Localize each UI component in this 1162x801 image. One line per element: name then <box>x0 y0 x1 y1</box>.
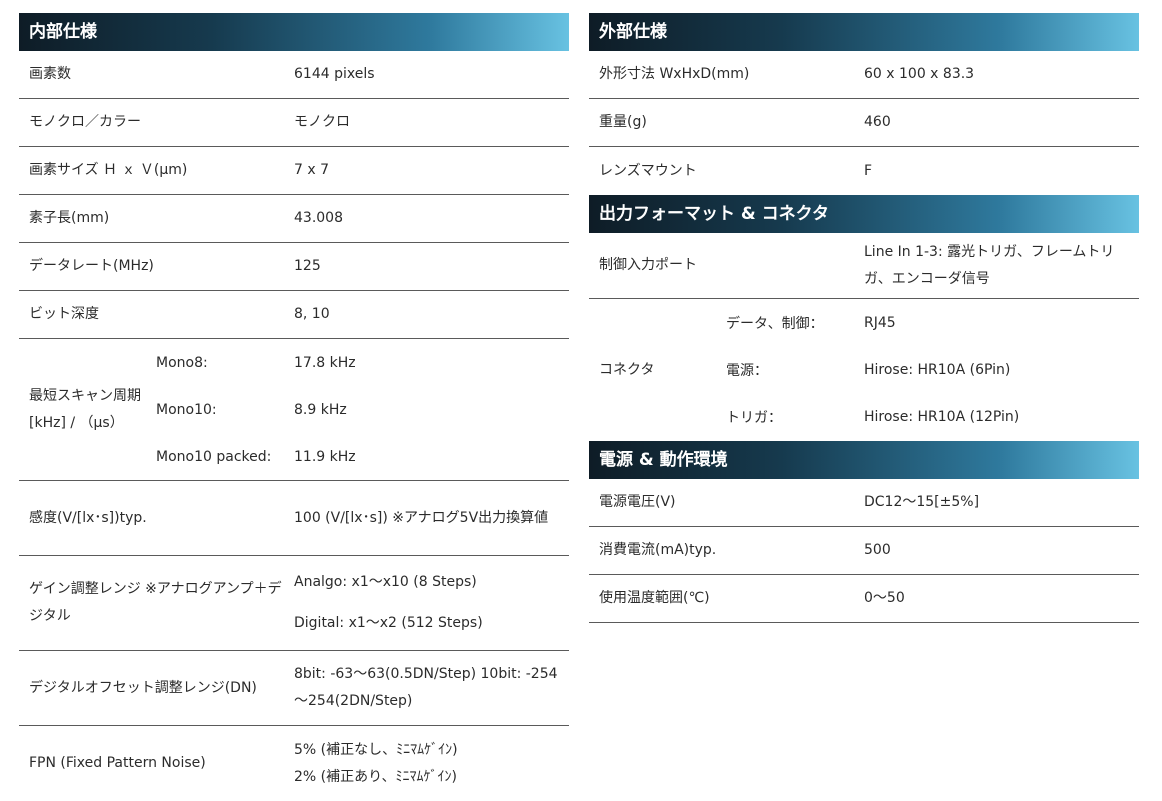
connector-subrow: データ、制御： RJ45 <box>726 299 1139 346</box>
spec-label: 重量(g) <box>599 114 647 130</box>
scan-mode: Mono8: <box>156 354 208 371</box>
spec-row-pixel-size: 画素サイズ Ｈ ｘ Ｖ(μm) 7 x 7 <box>19 147 569 195</box>
spec-row-scan-period: 最短スキャン周期 [kHz] / （μs） Mono8: 17.8 kHz Mo… <box>19 339 569 481</box>
spec-row-mount: レンズマウント F <box>589 147 1139 195</box>
scan-value: 11.9 kHz <box>294 448 356 465</box>
connector-subrow: 電源： Hirose: HR10A (6Pin) <box>726 346 1139 393</box>
spec-label: 外形寸法 WxHxD(mm) <box>599 66 750 82</box>
spec-label: 最短スキャン周期 [kHz] / （μs） <box>29 387 141 431</box>
section-title-power: 電源 & 動作環境 <box>589 441 1139 479</box>
spec-value: 7 x 7 <box>294 162 329 178</box>
connector-name: 電源： <box>726 362 768 379</box>
scan-mode: Mono10 packed: <box>156 448 272 465</box>
section-title-internal: 内部仕様 <box>19 13 569 51</box>
internal-spec-section: 内部仕様 画素数 6144 pixels モノクロ／カラー モノクロ 画素サイズ… <box>19 13 569 801</box>
scan-mode: Mono10: <box>156 401 217 418</box>
spec-row-sensor-length: 素子長(mm) 43.008 <box>19 195 569 243</box>
section-title-external: 外部仕様 <box>589 13 1139 51</box>
spec-row-bit-depth: ビット深度 8, 10 <box>19 291 569 339</box>
spec-label: 制御入力ポート <box>599 257 697 273</box>
fpn-values: 5% (補正なし、ﾐﾆﾏﾑｹﾞｲﾝ) 2% (補正あり、ﾐﾆﾏﾑｹﾞｲﾝ) <box>294 737 569 791</box>
spec-row-weight: 重量(g) 460 <box>589 99 1139 147</box>
spec-row-dimensions: 外形寸法 WxHxD(mm) 60 x 100 x 83.3 <box>589 51 1139 99</box>
spec-label: FPN (Fixed Pattern Noise) <box>29 755 206 771</box>
connector-value: Hirose: HR10A (12Pin) <box>864 409 1020 426</box>
spec-row-data-rate: データレート(MHz) 125 <box>19 243 569 291</box>
spec-row-connector: コネクタ データ、制御： RJ45 電源： Hirose: HR10A (6Pi… <box>589 299 1139 441</box>
spec-label: 素子長(mm) <box>29 210 110 226</box>
spec-label: ゲイン調整レンジ ※アナログアンプ＋デジタル <box>29 581 282 624</box>
spec-row-offset: デジタルオフセット調整レンジ(DN) 8bit: -63～63(0.5DN/St… <box>19 651 569 726</box>
spec-value: F <box>864 162 873 179</box>
scan-subrow: Mono8: 17.8 kHz <box>156 339 569 386</box>
gain-analog-value: Analgo: x1～x10 (8 Steps) <box>294 574 477 590</box>
spec-value: 100 (V/[lx･s]) ※アナログ5V出力換算値 <box>294 509 549 526</box>
scan-subrow: Mono10 packed: 11.9 kHz <box>156 433 569 480</box>
spec-row-current: 消費電流(mA)typ. 500 <box>589 527 1139 575</box>
spec-label: 画素サイズ Ｈ ｘ Ｖ(μm) <box>29 162 188 178</box>
spec-row-control-port: 制御入力ポート Line In 1-3: 露光トリガ、フレームトリガ、エンコーダ… <box>589 233 1139 299</box>
spec-value: 125 <box>294 258 321 274</box>
spec-value: 60 x 100 x 83.3 <box>864 66 975 82</box>
spec-label: ビット深度 <box>29 306 99 322</box>
spec-label: 使用温度範囲(℃) <box>599 590 710 606</box>
fpn-value-corrected: 2% (補正あり、ﾐﾆﾏﾑｹﾞｲﾝ) <box>294 768 458 785</box>
spec-label: 消費電流(mA)typ. <box>599 542 717 558</box>
spec-value: 8, 10 <box>294 306 330 322</box>
spec-value: 8bit: -63～63(0.5DN/Step) 10bit: -254～254… <box>294 666 558 709</box>
spec-value: モノクロ <box>294 114 350 130</box>
scan-subrow: Mono10: 8.9 kHz <box>156 386 569 433</box>
spec-row-fpn: FPN (Fixed Pattern Noise) 5% (補正なし、ﾐﾆﾏﾑｹ… <box>19 726 569 801</box>
scan-subrows: Mono8: 17.8 kHz Mono10: 8.9 kHz Mono10 p… <box>156 339 569 480</box>
spec-value: 6144 pixels <box>294 66 375 82</box>
spec-value: 0～50 <box>864 590 905 606</box>
connector-value: RJ45 <box>864 314 896 331</box>
spec-value: Line In 1-3: 露光トリガ、フレームトリガ、エンコーダ信号 <box>864 243 1115 287</box>
scan-value: 8.9 kHz <box>294 401 347 418</box>
spec-label: モノクロ／カラー <box>29 114 141 130</box>
spec-row-pixels: 画素数 6144 pixels <box>19 51 569 99</box>
spec-value: DC12～15[±5%] <box>864 494 980 510</box>
gain-values: Analgo: x1～x10 (8 Steps) Digital: x1～x2 … <box>294 556 569 650</box>
spec-row-temperature: 使用温度範囲(℃) 0～50 <box>589 575 1139 623</box>
spec-row-gain: ゲイン調整レンジ ※アナログアンプ＋デジタル Analgo: x1～x10 (8… <box>19 556 569 651</box>
connector-name: データ、制御： <box>726 315 824 332</box>
spec-label: コネクタ <box>599 361 655 378</box>
spec-label: 感度(V/[lx･s])typ. <box>29 509 147 526</box>
connector-subrow: トリガ： Hirose: HR10A (12Pin) <box>726 394 1139 441</box>
spec-label: デジタルオフセット調整レンジ(DN) <box>29 679 257 696</box>
spec-row-voltage: 電源電圧(V) DC12～15[±5%] <box>589 479 1139 527</box>
spec-label: データレート(MHz) <box>29 258 154 274</box>
external-spec-section: 外部仕様 外形寸法 WxHxD(mm) 60 x 100 x 83.3 重量(g… <box>589 13 1139 623</box>
section-title-output: 出力フォーマット & コネクタ <box>589 195 1139 233</box>
spec-label: レンズマウント <box>599 162 697 179</box>
spec-label: 画素数 <box>29 66 71 82</box>
spec-row-sensitivity: 感度(V/[lx･s])typ. 100 (V/[lx･s]) ※アナログ5V出… <box>19 481 569 556</box>
connector-name: トリガ： <box>726 410 782 427</box>
fpn-value-uncorrected: 5% (補正なし、ﾐﾆﾏﾑｹﾞｲﾝ) <box>294 741 458 758</box>
spec-row-mono-color: モノクロ／カラー モノクロ <box>19 99 569 147</box>
spec-value: 500 <box>864 542 891 558</box>
gain-digital-value: Digital: x1～x2 (512 Steps) <box>294 615 483 631</box>
connector-subrows: データ、制御： RJ45 電源： Hirose: HR10A (6Pin) トリ… <box>726 299 1139 441</box>
spec-value: 43.008 <box>294 210 343 226</box>
spec-label: 電源電圧(V) <box>599 494 676 510</box>
scan-value: 17.8 kHz <box>294 354 356 371</box>
connector-value: Hirose: HR10A (6Pin) <box>864 361 1011 378</box>
spec-value: 460 <box>864 114 891 130</box>
